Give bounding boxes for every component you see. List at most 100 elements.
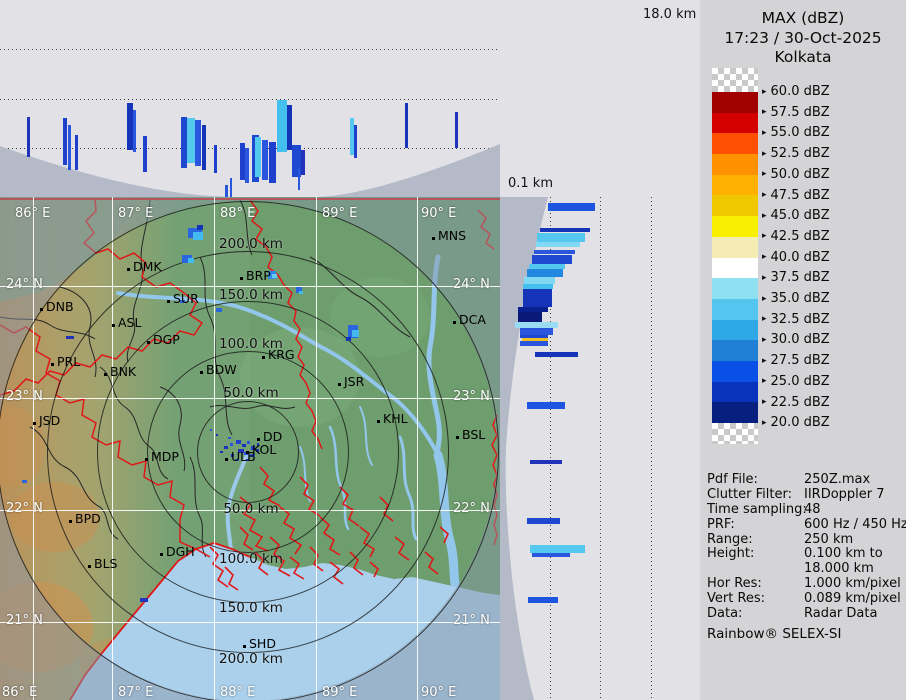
dbz-threshold-label: ▸32.5 dBZ — [762, 312, 830, 327]
echo-bar — [530, 460, 562, 464]
tick-arrow-icon: ▸ — [762, 356, 767, 366]
info-label: Range: — [707, 533, 804, 548]
product-info-table: Pdf File:250Z.maxClutter Filter:IIRDoppl… — [707, 473, 903, 622]
map-echo — [140, 598, 148, 602]
city-marker-dot — [243, 645, 246, 648]
tick-arrow-icon: ▸ — [762, 169, 767, 179]
dbz-threshold-label: ▸35.0 dBZ — [762, 291, 830, 306]
echo-bar — [540, 228, 590, 232]
dbz-threshold-text: 30.0 dBZ — [771, 332, 830, 347]
product-title: MAX (dBZ) — [700, 9, 906, 27]
color-band — [712, 175, 758, 196]
color-band — [712, 382, 758, 403]
city-label: KHL — [383, 411, 408, 426]
map-echo — [346, 337, 351, 341]
map-echo — [197, 225, 203, 230]
echo-bar — [530, 545, 585, 553]
dbz-threshold-label: ▸ 25.0 dBZ — [762, 374, 830, 389]
map-echo — [352, 330, 359, 337]
info-value: 600 Hz / 450 Hz — [804, 518, 906, 533]
dbz-threshold-label: ▸60.0 dBZ — [762, 84, 830, 99]
color-band — [712, 402, 758, 423]
city-label: BRP — [246, 268, 271, 283]
city-label: BSL — [462, 427, 485, 442]
city-marker-dot — [456, 436, 459, 439]
color-band — [712, 320, 758, 341]
city-marker-dot — [200, 371, 203, 374]
longitude-label: 88° E — [220, 206, 255, 221]
dbz-threshold-label: ▸22.5 dBZ — [762, 395, 830, 410]
tick-arrow-icon: ▸ — [762, 273, 767, 283]
dbz-threshold-text: 25.0 dBZ — [771, 374, 830, 389]
map-echo — [242, 444, 246, 447]
longitude-label: 86° E — [2, 685, 37, 700]
range-ring-label: 150.0 km — [196, 600, 306, 616]
city-marker-dot — [127, 268, 130, 271]
echo-bar — [537, 233, 585, 242]
city-label: SHD — [249, 636, 276, 651]
longitude-label: 90° E — [421, 685, 456, 700]
city-marker-dot — [69, 520, 72, 523]
transparent-band — [712, 423, 758, 444]
range-ring-label: 200.0 km — [196, 651, 306, 667]
dbz-threshold-text: 60.0 dBZ — [771, 84, 830, 99]
dbz-threshold-label: ▸42.5 dBZ — [762, 229, 830, 244]
echo-bar — [520, 328, 553, 335]
info-value: 250 km — [804, 533, 903, 548]
map-echo — [230, 443, 233, 446]
range-ring-label: 200.0 km — [196, 236, 306, 252]
info-label: Hor Res: — [707, 577, 804, 592]
latitude-label: 24° N — [6, 277, 43, 292]
map-echo — [247, 441, 250, 444]
info-label: Time sampling: — [707, 503, 804, 518]
range-ring-label: 50.0 km — [196, 501, 306, 517]
color-band — [712, 278, 758, 299]
city-marker-dot — [145, 458, 148, 461]
echo-bar — [527, 269, 563, 277]
tick-arrow-icon: ▸ — [762, 335, 767, 345]
longitude-label: 90° E — [421, 206, 456, 221]
city-label: DGP — [153, 332, 180, 347]
city-label: DCA — [459, 312, 486, 327]
dbz-threshold-label: ▸20.0 dBZ — [762, 415, 830, 430]
echo-bar — [534, 250, 575, 254]
profile-gridline — [0, 49, 500, 50]
city-marker-dot — [225, 458, 228, 461]
dbz-threshold-label: ▸57.5 dBZ — [762, 105, 830, 120]
range-ring-label: 50.0 km — [196, 385, 306, 401]
city-label: KRG — [268, 347, 295, 362]
dbz-threshold-label: ▸ 30.0 dBZ — [762, 332, 830, 347]
latitude-label: 23° N — [453, 389, 490, 404]
tick-arrow-icon: ▸ — [762, 376, 767, 386]
city-label: JSR — [344, 374, 364, 389]
city-label: PRL — [57, 354, 80, 369]
radar-map-panel[interactable]: 200.0 km150.0 km100.0 km50.0 km50.0 km10… — [0, 197, 500, 700]
info-value: IIRDoppler 7 — [804, 488, 903, 503]
dbz-threshold-text: 47.5 dBZ — [771, 188, 830, 203]
echo-bar — [524, 277, 555, 284]
echo-bar — [298, 168, 300, 190]
dbz-threshold-label: ▸45.0 dBZ — [762, 208, 830, 223]
city-label: BLS — [94, 556, 117, 571]
info-row: Height:0.100 km to — [707, 547, 903, 562]
city-marker-dot — [112, 324, 115, 327]
city-label: SUR — [173, 291, 199, 306]
color-band — [712, 340, 758, 361]
map-echo — [216, 434, 218, 436]
dbz-threshold-text: 45.0 dBZ — [771, 208, 830, 223]
range-ring-label: 100.0 km — [196, 551, 306, 567]
city-label: DNB — [46, 299, 74, 314]
latitude-label: 22° N — [453, 501, 490, 516]
echo-bar — [262, 140, 268, 180]
city-marker-dot — [262, 356, 265, 359]
city-marker-dot — [51, 363, 54, 366]
tick-arrow-icon: ▸ — [762, 397, 767, 407]
city-marker-dot — [33, 422, 36, 425]
dbz-threshold-text: 42.5 dBZ — [771, 229, 830, 244]
height-axis-max-label: 18.0 km — [643, 7, 696, 22]
map-echo — [22, 480, 27, 483]
city-label: ULB — [231, 449, 256, 464]
echo-bar — [133, 110, 136, 152]
city-marker-dot — [432, 237, 435, 240]
city-marker-dot — [338, 383, 341, 386]
